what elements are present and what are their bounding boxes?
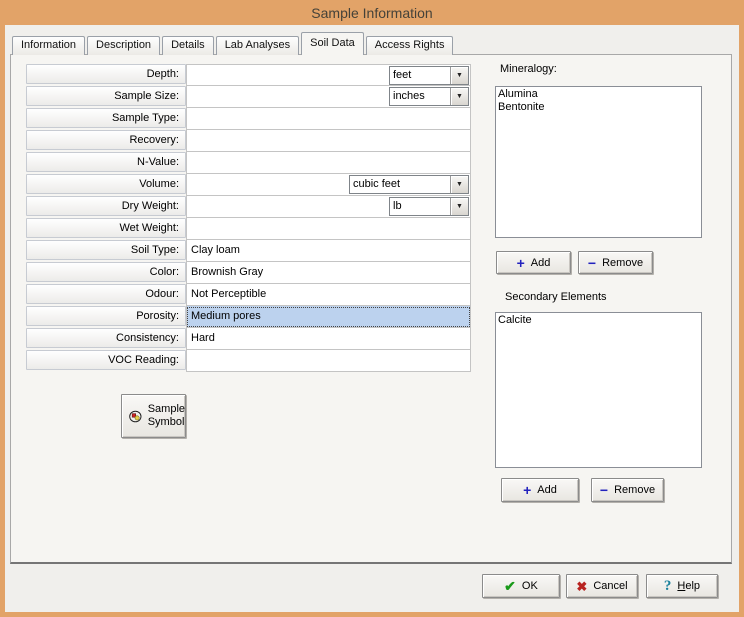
consistency-value: Hard — [191, 332, 215, 344]
secondary-elements-add-label: Add — [537, 484, 557, 496]
plus-icon: + — [523, 485, 531, 495]
n-value-value-cell[interactable] — [186, 152, 471, 174]
soil-data-grid: Depth: feet ▼ Sample Size: inches ▼ — [26, 64, 471, 372]
list-item[interactable]: Alumina — [498, 88, 701, 101]
mineralogy-add-label: Add — [531, 257, 551, 269]
secondary-elements-remove-button[interactable]: − Remove — [591, 478, 664, 502]
mineralogy-listbox[interactable]: Alumina Bentonite — [495, 86, 702, 238]
chevron-down-icon[interactable]: ▼ — [450, 67, 468, 84]
sample-symbol-icon — [129, 408, 142, 425]
plus-icon: + — [517, 258, 525, 268]
mineralogy-add-button[interactable]: + Add — [496, 251, 571, 274]
volume-label: Volume: — [26, 174, 186, 194]
tab-access-rights[interactable]: Access Rights — [366, 36, 454, 55]
chevron-down-icon[interactable]: ▼ — [450, 198, 468, 215]
sample-type-label: Sample Type: — [26, 108, 186, 128]
color-value-cell[interactable]: Brownish Gray — [186, 262, 471, 284]
dry-weight-label: Dry Weight: — [26, 196, 186, 216]
x-icon: ✖ — [576, 580, 587, 593]
minus-icon: − — [588, 258, 596, 268]
dialog-body: Information Description Details Lab Anal… — [5, 25, 739, 612]
cancel-button[interactable]: ✖ Cancel — [566, 574, 638, 598]
list-item[interactable]: Bentonite — [498, 101, 701, 114]
mineralogy-remove-button[interactable]: − Remove — [578, 251, 653, 274]
soil-type-value-cell[interactable]: Clay loam — [186, 240, 471, 262]
porosity-value-cell[interactable]: Medium pores — [186, 306, 471, 328]
tab-lab-analyses[interactable]: Lab Analyses — [216, 36, 299, 55]
tab-description[interactable]: Description — [87, 36, 160, 55]
wet-weight-label: Wet Weight: — [26, 218, 186, 238]
ok-button-label: OK — [522, 580, 538, 592]
help-button[interactable]: ? Help — [646, 574, 718, 598]
secondary-elements-label: Secondary Elements — [505, 291, 607, 303]
list-item[interactable]: Calcite — [498, 314, 701, 327]
porosity-value: Medium pores — [191, 310, 261, 322]
depth-unit-value: feet — [390, 67, 450, 84]
depth-label: Depth: — [26, 64, 186, 84]
sample-size-unit-value: inches — [390, 88, 450, 105]
volume-unit-select[interactable]: cubic feet ▼ — [349, 175, 469, 194]
recovery-value-cell[interactable] — [186, 130, 471, 152]
dry-weight-value-cell[interactable]: lb ▼ — [186, 196, 471, 218]
tab-information[interactable]: Information — [12, 36, 85, 55]
ok-button[interactable]: ✔ OK — [482, 574, 560, 598]
dry-weight-unit-select[interactable]: lb ▼ — [389, 197, 469, 216]
voc-reading-value-cell[interactable] — [186, 350, 471, 372]
consistency-value-cell[interactable]: Hard — [186, 328, 471, 350]
sample-size-value-cell[interactable]: inches ▼ — [186, 86, 471, 108]
color-label: Color: — [26, 262, 186, 282]
window-title: Sample Information — [311, 5, 432, 21]
mineralogy-remove-label: Remove — [602, 257, 643, 269]
check-icon: ✔ — [504, 579, 516, 593]
chevron-down-icon[interactable]: ▼ — [450, 176, 468, 193]
recovery-label: Recovery: — [26, 130, 186, 150]
soil-type-value: Clay loam — [191, 244, 240, 256]
dry-weight-unit-value: lb — [390, 198, 450, 215]
consistency-label: Consistency: — [26, 328, 186, 348]
color-value: Brownish Gray — [191, 266, 263, 278]
tab-bar: Information Description Details Lab Anal… — [12, 35, 455, 55]
mineralogy-label: Mineralogy: — [500, 63, 557, 75]
sample-size-unit-select[interactable]: inches ▼ — [389, 87, 469, 106]
volume-value-cell[interactable]: cubic feet ▼ — [186, 174, 471, 196]
soil-type-label: Soil Type: — [26, 240, 186, 260]
secondary-elements-remove-label: Remove — [614, 484, 655, 496]
sample-symbol-button-label: Sample Symbol — [148, 403, 185, 429]
question-mark-icon: ? — [664, 579, 672, 594]
odour-label: Odour: — [26, 284, 186, 304]
chevron-down-icon[interactable]: ▼ — [450, 88, 468, 105]
odour-value: Not Perceptible — [191, 288, 266, 300]
voc-reading-label: VOC Reading: — [26, 350, 186, 370]
n-value-label: N-Value: — [26, 152, 186, 172]
odour-value-cell[interactable]: Not Perceptible — [186, 284, 471, 306]
window-titlebar: Sample Information — [0, 0, 744, 25]
volume-unit-value: cubic feet — [350, 176, 450, 193]
help-button-label: Help — [677, 580, 700, 592]
sample-information-window: Sample Information Information Descripti… — [0, 0, 744, 617]
soil-data-tab-panel: Depth: feet ▼ Sample Size: inches ▼ — [10, 54, 732, 564]
wet-weight-value-cell[interactable] — [186, 218, 471, 240]
depth-value-cell[interactable]: feet ▼ — [186, 64, 471, 86]
secondary-elements-add-button[interactable]: + Add — [501, 478, 579, 502]
secondary-elements-listbox[interactable]: Calcite — [495, 312, 702, 468]
sample-symbol-button[interactable]: Sample Symbol — [121, 394, 186, 438]
sample-type-value-cell[interactable] — [186, 108, 471, 130]
tab-details[interactable]: Details — [162, 36, 214, 55]
porosity-label: Porosity: — [26, 306, 186, 326]
depth-unit-select[interactable]: feet ▼ — [389, 66, 469, 85]
minus-icon: − — [600, 485, 608, 495]
sample-size-label: Sample Size: — [26, 86, 186, 106]
cancel-button-label: Cancel — [593, 580, 627, 592]
tab-soil-data[interactable]: Soil Data — [301, 32, 364, 55]
